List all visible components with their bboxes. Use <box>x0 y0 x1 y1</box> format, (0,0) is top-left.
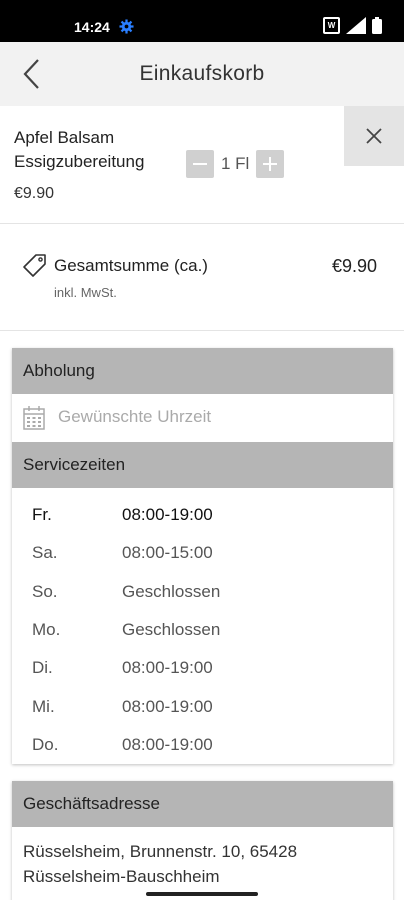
total-value: €9.90 <box>331 256 377 276</box>
minus-icon <box>193 163 207 165</box>
hours-row-wednesday: Mi. 08:00-19:00 <box>12 687 393 725</box>
status-time: 14:24 <box>74 19 110 35</box>
hours-row-monday: Mo. Geschlossen <box>12 611 393 649</box>
hours-row-thursday: Do. 08:00-19:00 <box>12 726 393 764</box>
hours-row-tuesday: Di. 08:00-19:00 <box>12 649 393 687</box>
increase-quantity-button[interactable] <box>256 150 285 178</box>
hours-time: 08:00-19:00 <box>122 505 213 525</box>
item-name: Apfel Balsam Essigzubereitung <box>14 128 145 171</box>
hours-day: So. <box>32 581 58 601</box>
battery-icon <box>372 17 382 34</box>
signal-icon <box>346 17 366 34</box>
service-hours-title: Servicezeiten <box>12 442 393 488</box>
total-label: Gesamtsumme (ca.) <box>54 256 208 275</box>
home-indicator[interactable] <box>146 892 258 896</box>
address-card: Geschäftsadresse Rüsselsheim, Brunnenstr… <box>12 781 393 900</box>
hours-row-saturday: Sa. 08:00-15:00 <box>12 534 393 572</box>
decrease-quantity-button[interactable] <box>186 150 214 178</box>
hours-time: Geschlossen <box>122 620 221 640</box>
settings-gear-icon <box>119 19 134 34</box>
hours-time: 08:00-19:00 <box>122 734 213 754</box>
hours-row-sunday: So. Geschlossen <box>12 573 393 611</box>
hours-time: 08:00-19:00 <box>122 696 213 716</box>
page-title: Einkaufskorb <box>139 62 265 85</box>
hours-day: Mi. <box>32 696 55 716</box>
hours-day: Fr. <box>32 505 52 525</box>
hours-day: Sa. <box>32 543 58 563</box>
quantity-stepper: 1 Fl <box>186 150 285 178</box>
address-text: Rüsselsheim, Brunnenstr. 10, 65428 Rüsse… <box>12 827 393 900</box>
address-line-2: Rüsselsheim-Bauschheim <box>23 867 220 886</box>
total-tax-note: inkl. MwSt. <box>54 285 117 300</box>
wifi-icon: W <box>323 17 340 34</box>
service-hours-list: Fr. 08:00-19:00 Sa. 08:00-15:00 So. Gesc… <box>12 488 393 764</box>
hours-day: Mo. <box>32 620 61 640</box>
hours-row-friday: Fr. 08:00-19:00 <box>12 496 393 534</box>
close-icon <box>366 128 382 144</box>
address-line-1: Rüsselsheim, Brunnenstr. 10, 65428 <box>23 842 298 861</box>
pickup-title: Abholung <box>12 348 393 394</box>
quantity-value: 1 Fl <box>221 154 250 173</box>
price-tag-icon <box>23 254 46 277</box>
item-price: €9.90 <box>14 185 55 202</box>
cart-total: Gesamtsumme (ca.) inkl. MwSt. €9.90 <box>0 225 404 331</box>
hours-day: Di. <box>32 658 53 678</box>
hours-time: Geschlossen <box>122 581 221 601</box>
pickup-time-field[interactable]: Gewünschte Uhrzeit <box>12 394 393 442</box>
status-bar: 14:24 W <box>0 0 404 42</box>
pickup-time-placeholder: Gewünschte Uhrzeit <box>58 407 212 426</box>
app-header: Einkaufskorb <box>0 42 404 106</box>
remove-item-button[interactable] <box>344 106 404 166</box>
address-title: Geschäftsadresse <box>12 781 393 827</box>
hours-time: 08:00-15:00 <box>122 543 213 563</box>
hours-day: Do. <box>32 734 59 754</box>
pickup-card: Abholung Gewünschte Uhrzeit Servicezeite… <box>12 348 393 764</box>
cart-item: Apfel Balsam Essigzubereitung 1 Fl €9.90 <box>0 106 404 224</box>
calendar-icon <box>23 406 45 430</box>
hours-time: 08:00-19:00 <box>122 658 213 678</box>
